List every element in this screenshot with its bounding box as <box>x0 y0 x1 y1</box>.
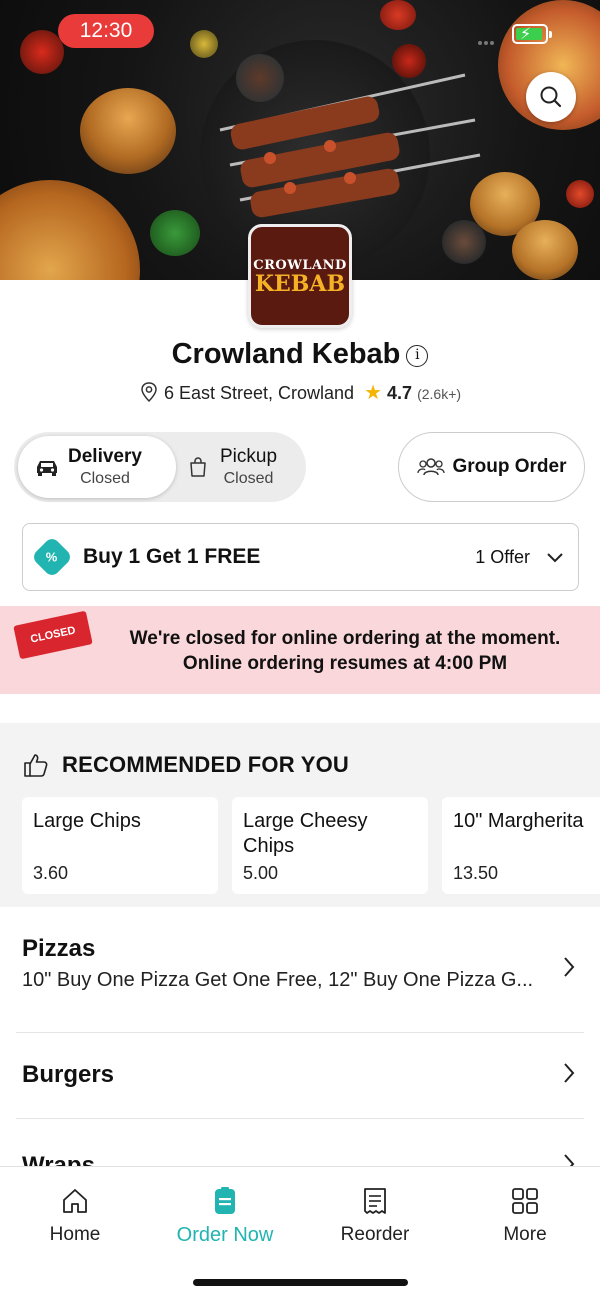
pizza-image <box>0 180 140 280</box>
nav-label: More <box>503 1224 547 1245</box>
spice-bowl <box>190 30 218 58</box>
sauce-bowl <box>20 30 64 74</box>
nav-label: Order Now <box>176 1224 274 1246</box>
recommended-item[interactable]: Large Chips 3.60 <box>22 797 218 894</box>
chevron-right-icon <box>564 957 575 977</box>
nav-order-now[interactable]: Order Now <box>150 1186 300 1247</box>
item-name: 10" Margherita <box>453 810 584 832</box>
delivery-status: Closed <box>80 470 130 487</box>
offer-banner[interactable]: % Buy 1 Get 1 FREE 1 Offer <box>22 523 579 591</box>
offer-count: 1 Offer <box>475 546 530 567</box>
category-name: Pizzas <box>22 935 96 962</box>
recommended-title: RECOMMENDED FOR YOU <box>62 752 349 777</box>
recommended-item[interactable]: Large Cheesy Chips 5.00 <box>232 797 428 894</box>
home-indicator <box>193 1279 408 1286</box>
item-price: 3.60 <box>33 863 69 883</box>
recommended-item[interactable]: 10" Margherita 13.50 <box>442 797 600 894</box>
store-meta: 6 East Street, Crowland ★ 4.7 (2.6k+) <box>0 380 600 405</box>
rating-count: (2.6k+) <box>417 386 462 402</box>
group-icon <box>417 458 446 476</box>
burger-image <box>80 88 176 174</box>
item-name: Large Cheesy Chips <box>243 810 368 857</box>
category-name: Burgers <box>22 1061 115 1088</box>
grid-icon <box>512 1188 538 1214</box>
car-icon <box>37 461 57 476</box>
category-burgers[interactable]: Burgers <box>22 1061 582 1089</box>
pickup-option[interactable]: Pickup Closed <box>182 436 302 498</box>
item-price: 13.50 <box>453 863 499 883</box>
pepper-bowl <box>236 54 284 102</box>
nav-label: Reorder <box>340 1224 410 1245</box>
search-button[interactable] <box>526 72 576 122</box>
shopping-bag-icon <box>190 457 206 477</box>
item-price: 5.00 <box>243 863 279 883</box>
herbs <box>150 210 200 256</box>
ketchup-bowl <box>392 44 426 78</box>
order-icon <box>215 1187 235 1214</box>
home-icon <box>63 1189 87 1213</box>
chevron-down-icon <box>547 553 563 563</box>
store-logo: CROWLAND KEBAB <box>248 224 352 328</box>
thumbs-up-icon <box>24 754 48 777</box>
beans-bowl <box>442 220 486 264</box>
pickup-status: Closed <box>223 470 274 487</box>
receipt-icon <box>364 1188 386 1214</box>
store-rating: 4.7 <box>387 383 413 403</box>
star-icon: ★ <box>364 382 383 404</box>
delivery-option[interactable]: Delivery Closed <box>18 436 176 498</box>
nav-more[interactable]: More <box>450 1186 600 1246</box>
nav-home[interactable]: Home <box>0 1186 150 1246</box>
category-description: 10" Buy One Pizza Get One Free, 12" Buy … <box>22 969 534 991</box>
item-name: Large Chips <box>33 810 141 832</box>
divider <box>16 1032 584 1033</box>
closed-message: We're closed for online ordering at the … <box>100 626 590 676</box>
tomatoes <box>380 0 416 30</box>
discount-badge-icon: % <box>30 535 74 579</box>
store-address: 6 East Street, Crowland <box>163 383 355 403</box>
status-time: 12:30 <box>58 14 154 48</box>
chevron-right-icon <box>564 1154 575 1166</box>
tomato <box>566 180 594 208</box>
category-name: Wraps <box>22 1152 95 1166</box>
category-wraps[interactable]: Wraps <box>22 1152 582 1166</box>
store-name: Crowland Kebab <box>171 338 401 370</box>
category-pizzas[interactable]: Pizzas 10" Buy One Pizza Get One Free, 1… <box>22 935 582 992</box>
burger-image-3 <box>512 220 578 280</box>
order-mode-toggle: Delivery Closed Pickup Closed <box>14 432 306 502</box>
nav-label: Home <box>49 1224 101 1245</box>
delivery-label: Delivery <box>68 446 142 467</box>
signal-icon <box>478 32 502 45</box>
pickup-label: Pickup <box>220 446 278 467</box>
logo-text-bottom: KEBAB <box>254 270 346 297</box>
group-order-label: Group Order <box>452 456 567 477</box>
nav-reorder[interactable]: Reorder <box>300 1186 450 1246</box>
closed-line-1: We're closed for online ordering at the … <box>129 628 561 649</box>
location-pin-icon <box>141 382 157 403</box>
offer-title: Buy 1 Get 1 FREE <box>83 545 261 568</box>
recommended-header: RECOMMENDED FOR YOU <box>22 752 349 778</box>
divider <box>16 1118 584 1119</box>
group-order-button[interactable]: Group Order <box>398 432 585 502</box>
info-icon[interactable]: i <box>406 345 429 367</box>
chevron-right-icon <box>564 1063 575 1083</box>
search-icon <box>540 86 562 108</box>
closed-line-2: Online ordering resumes at 4:00 PM <box>182 653 508 674</box>
battery-icon: ⚡ <box>512 24 552 44</box>
store-title: Crowland Kebab i <box>0 338 600 371</box>
